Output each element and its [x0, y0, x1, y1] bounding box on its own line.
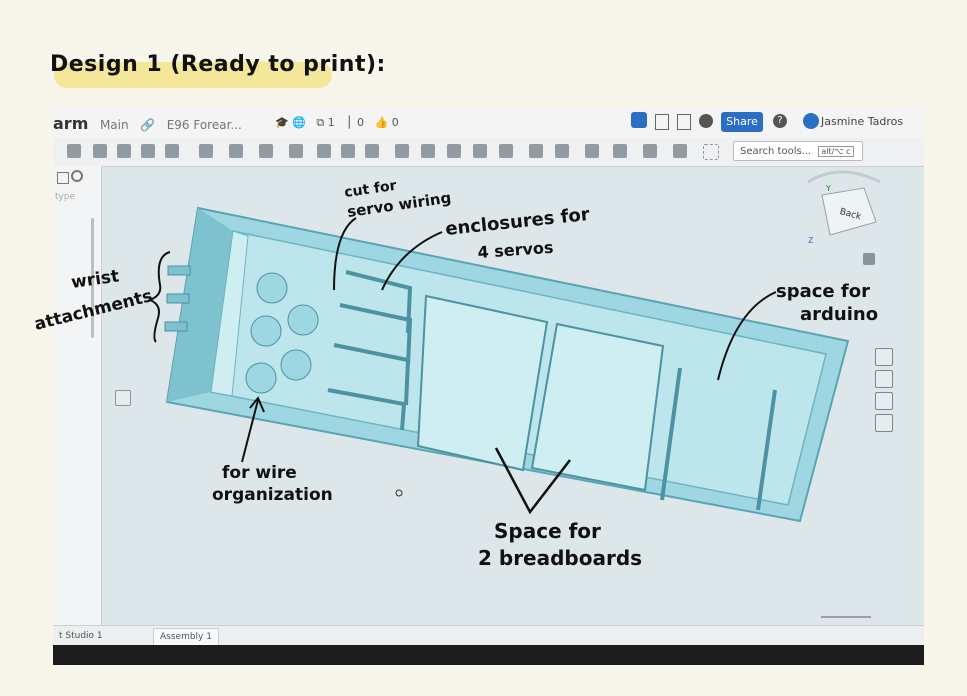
enclosures-label-2: 4 servos	[477, 238, 554, 262]
wire-peg	[250, 315, 282, 347]
wire-org-label: for wire	[222, 463, 297, 483]
wrist-label-2: attachments	[32, 286, 154, 335]
wrist-tab-1	[167, 265, 191, 276]
annotation-overlay: Back Y Z cut for servo wiring enclosures…	[32, 170, 881, 570]
origin-point	[395, 489, 403, 497]
wrist-tab-3	[164, 321, 188, 332]
wrist-tab-2	[166, 293, 190, 304]
wire-peg	[280, 349, 312, 381]
breadboards-label: Space for	[494, 519, 601, 543]
axis-y-label: Y	[825, 184, 831, 193]
arduino-label: space for	[776, 281, 870, 302]
breadboards-label-2: 2 breadboards	[478, 546, 642, 570]
wire-org-label-2: organization	[212, 485, 333, 505]
wire-peg	[287, 304, 319, 336]
wire-peg	[245, 362, 277, 394]
view-cube[interactable]: Back Y Z	[807, 170, 881, 245]
rotate-arrow-icon[interactable]	[807, 170, 881, 184]
breadboard-bay-1	[416, 294, 549, 472]
arduino-label-2: arduino	[800, 304, 878, 325]
axis-z-label: Z	[808, 236, 814, 245]
wrist-label: wrist	[70, 266, 120, 293]
wire-peg	[256, 272, 288, 304]
enclosures-label: enclosures for	[444, 204, 590, 240]
